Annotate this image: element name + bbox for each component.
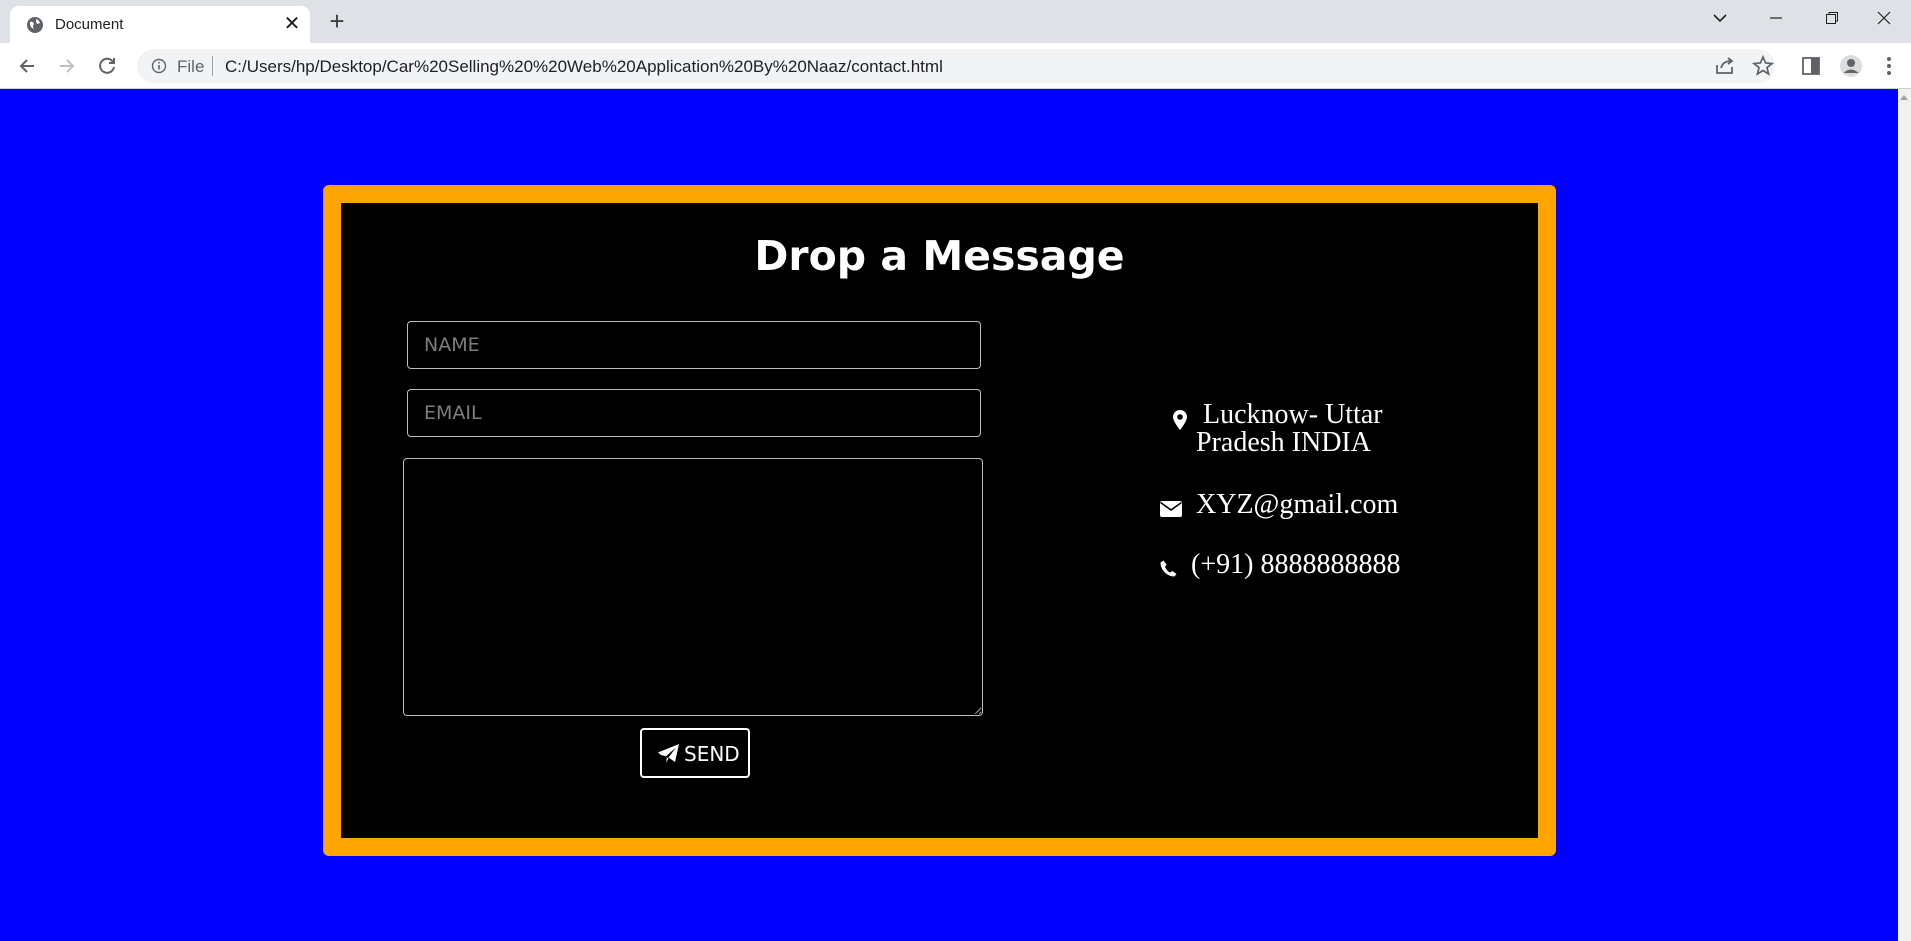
page-scrollbar[interactable] [1898,89,1911,941]
close-window-button[interactable] [1856,0,1911,36]
close-icon [1877,11,1891,25]
omnibox-separator [212,56,213,76]
minimize-icon [1770,17,1782,19]
envelope-icon [1160,501,1182,517]
send-button-label: SEND [684,742,740,766]
paper-plane-icon [658,744,679,763]
name-input[interactable] [407,321,981,369]
email-address: XYZ@gmail.com [1196,489,1399,520]
restore-icon [1826,12,1838,24]
profile-avatar-icon[interactable] [1838,53,1864,79]
phone-icon [1160,560,1177,577]
tab-close-icon[interactable]: ✕ [280,12,304,36]
info-icon[interactable] [151,58,167,74]
side-panel-icon[interactable] [1798,53,1824,79]
contact-card: Drop a Message SEND Lucknow- Uttar Prade… [323,185,1556,856]
email-input[interactable] [407,389,981,437]
tab-strip: Document ✕ + [0,0,1911,43]
restore-button[interactable] [1804,0,1860,36]
tab-search-button[interactable] [1692,0,1748,36]
menu-kebab-icon[interactable] [1876,53,1902,79]
phone-number: (+91) 8888888888 [1191,549,1401,580]
send-button[interactable]: SEND [640,728,750,778]
location-line-2: Pradesh INDIA [1196,427,1371,458]
back-arrow-icon[interactable] [12,51,42,81]
chevron-down-icon [1713,14,1727,23]
reload-icon[interactable] [92,51,122,81]
url-text[interactable]: C:/Users/hp/Desktop/Car%20Selling%20%20W… [225,57,943,77]
forward-arrow-icon[interactable] [52,51,82,81]
tab-title: Document [55,16,124,33]
minimize-button[interactable] [1748,0,1804,36]
new-tab-button[interactable]: + [322,7,352,37]
address-bar[interactable]: File C:/Users/hp/Desktop/Car%20Selling%2… [137,49,1775,83]
bookmark-star-icon[interactable] [1750,53,1776,79]
map-marker-icon [1173,410,1187,430]
browser-tab[interactable]: Document ✕ [10,6,310,43]
page-title: Drop a Message [754,232,1125,280]
share-icon[interactable] [1712,53,1738,79]
browser-toolbar: File C:/Users/hp/Desktop/Car%20Selling%2… [0,43,1911,89]
scroll-up-arrow-icon[interactable] [1900,95,1908,100]
globe-icon [27,17,43,33]
contact-card-inner: Drop a Message SEND Lucknow- Uttar Prade… [341,203,1538,838]
message-textarea[interactable] [403,458,983,716]
file-scheme-label: File [177,57,205,76]
